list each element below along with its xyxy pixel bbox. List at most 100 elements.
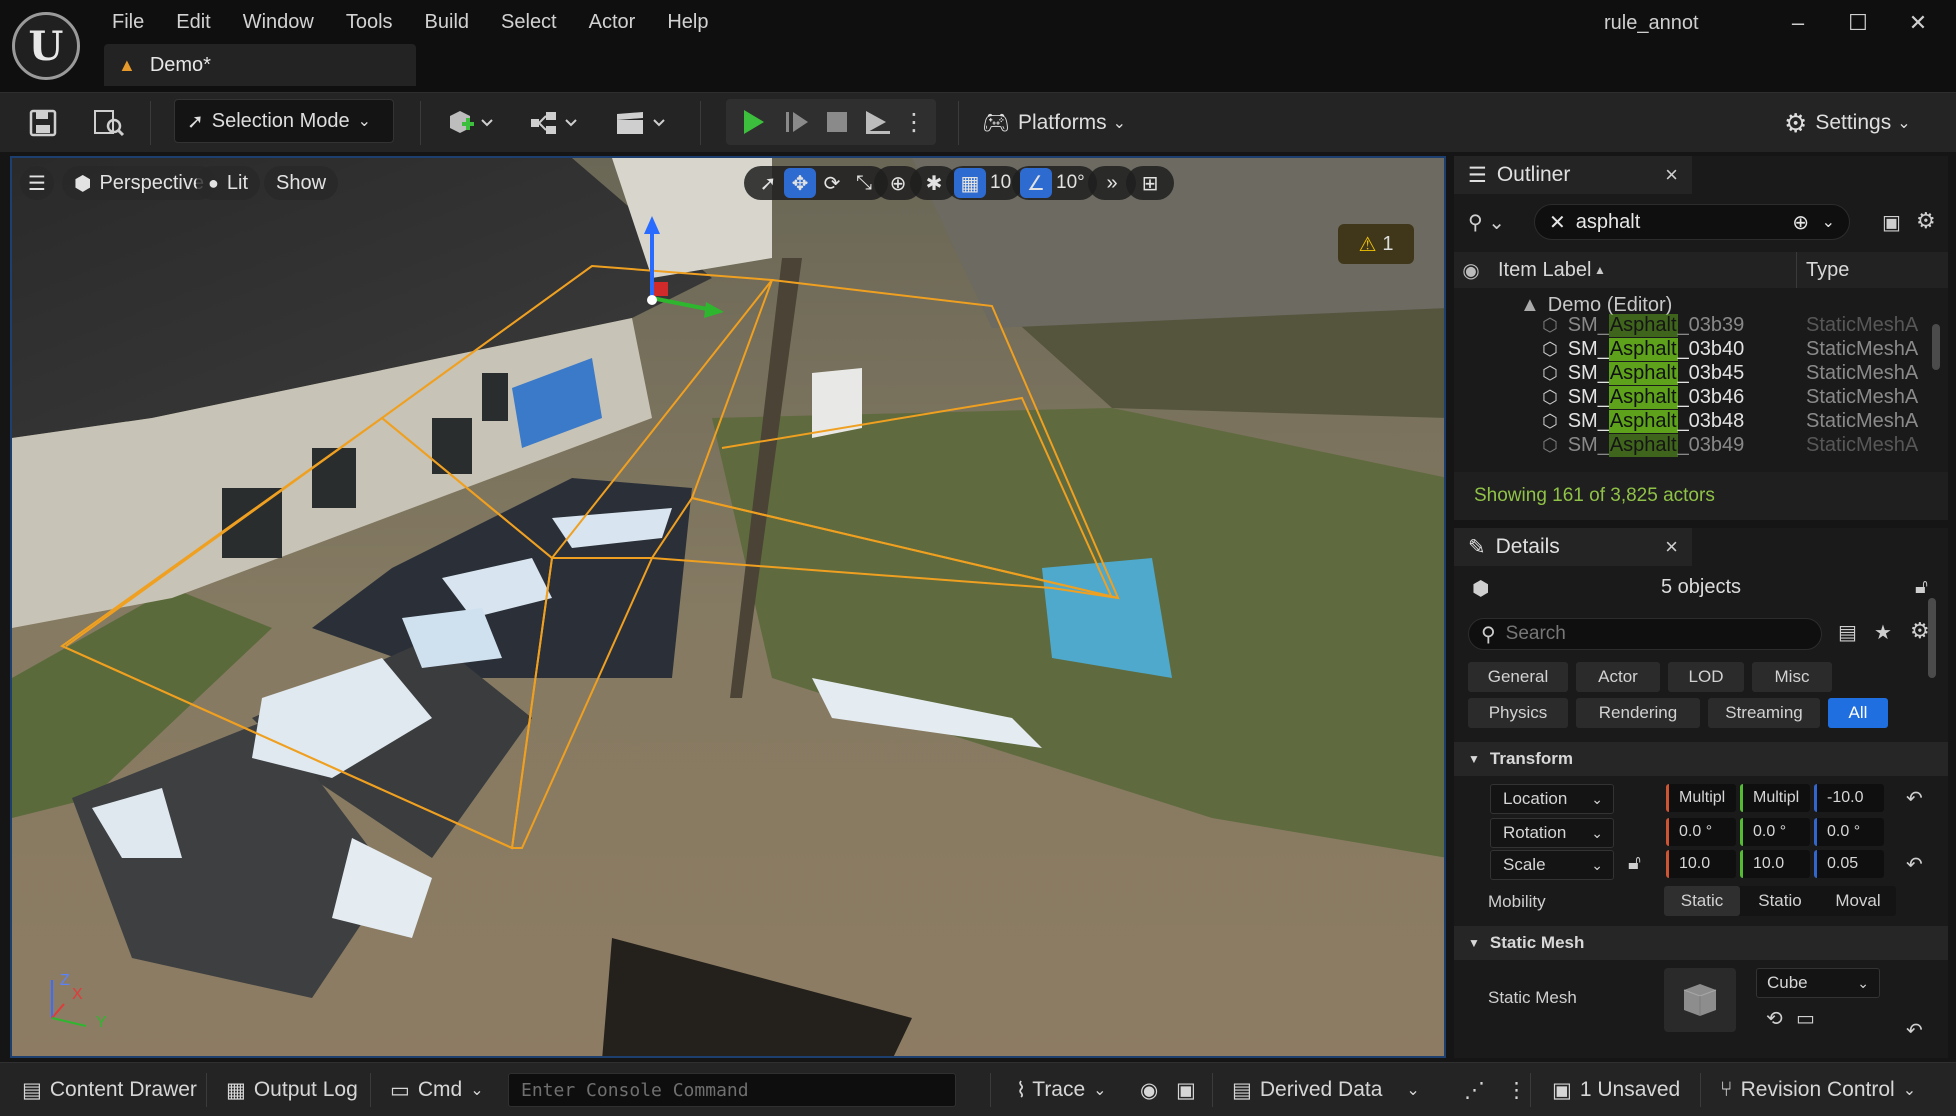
rotation-z-field[interactable]: 0.0 ° [1814, 818, 1884, 846]
gear-icon[interactable]: ⚙ [1910, 618, 1930, 644]
filter-physics[interactable]: Physics [1468, 698, 1568, 728]
mesh-thumbnail[interactable] [1664, 968, 1736, 1032]
menu-file[interactable]: File [96, 8, 160, 38]
filter-general[interactable]: General [1468, 662, 1568, 692]
visibility-eye-icon[interactable]: ◉ [1454, 258, 1488, 283]
filter-actor[interactable]: Actor [1576, 662, 1660, 692]
column-type[interactable]: Type [1806, 259, 1849, 282]
clear-search-icon[interactable]: ✕ [1549, 210, 1566, 235]
use-selected-icon[interactable]: ⟲ [1766, 1006, 1783, 1031]
blueprint-icon[interactable] [528, 103, 584, 143]
star-icon[interactable]: ★ [1874, 620, 1892, 645]
platforms-dropdown[interactable]: 🎮︎ Platforms ⌄ [982, 103, 1126, 143]
unsaved-button[interactable]: ▣ 1 Unsaved [1552, 1063, 1680, 1116]
mobility-static[interactable]: Static [1664, 886, 1740, 916]
filter-rendering[interactable]: Rendering [1576, 698, 1700, 728]
rotate-icon[interactable]: ⟳ [816, 168, 848, 198]
column-item-label[interactable]: Item Label [1488, 259, 1726, 282]
perspective-dropdown[interactable]: ⬢ Perspective [62, 166, 216, 200]
outliner-search-input[interactable]: ✕ asphalt ⊕ ⌄ [1534, 204, 1850, 240]
scale-x-field[interactable]: 10.0 [1666, 850, 1736, 878]
rotation-snap[interactable]: ∠ 10° [1012, 166, 1097, 200]
menu-select[interactable]: Select [485, 8, 573, 38]
close-icon[interactable]: × [1665, 534, 1678, 560]
screenshot-icon[interactable]: ▣ [1176, 1063, 1196, 1116]
details-tab[interactable]: ✎ Details × [1454, 528, 1692, 566]
menu-tools[interactable]: Tools [330, 8, 409, 38]
location-x-field[interactable]: Multipl [1666, 784, 1736, 812]
record-icon[interactable]: ◉ [1140, 1063, 1158, 1116]
select-cursor-icon[interactable]: ➚ [752, 168, 784, 198]
rotation-dropdown[interactable]: Rotation ⌄ [1490, 818, 1614, 848]
gear-icon[interactable]: ⚙ [1916, 208, 1936, 234]
status-options-icon[interactable]: ⋮ [1506, 1063, 1527, 1116]
derived-data-dropdown[interactable]: ▤ Derived Data ⌄ [1232, 1063, 1420, 1116]
revision-control-dropdown[interactable]: ⑂ Revision Control ⌄ [1720, 1063, 1916, 1116]
add-filter-icon[interactable]: ⊕ [1792, 210, 1809, 235]
eject-icon[interactable] [862, 102, 892, 142]
add-actor-icon[interactable] [446, 103, 496, 143]
outliner-tab[interactable]: ☰ Outliner × [1454, 156, 1692, 194]
filter-icon[interactable]: ⚲ ⌄ [1468, 210, 1505, 235]
filter-all[interactable]: All [1828, 698, 1888, 728]
outliner-scrollbar[interactable] [1932, 324, 1940, 370]
layout-toggle[interactable]: ⊞ [1126, 166, 1174, 200]
add-folder-icon[interactable]: ▣ [1882, 210, 1901, 235]
maximize-button[interactable]: ☐ [1830, 6, 1886, 40]
transform-section[interactable]: ▼ Transform [1454, 742, 1948, 776]
minimize-button[interactable]: – [1770, 6, 1826, 40]
static-mesh-section[interactable]: ▼ Static Mesh [1454, 926, 1948, 960]
content-drawer-button[interactable]: ▤ Content Drawer [22, 1063, 197, 1116]
output-log-button[interactable]: ▦ Output Log [226, 1063, 358, 1116]
warning-badge[interactable]: ⚠ 1 [1338, 224, 1414, 264]
cmd-dropdown[interactable]: ▭ Cmd ⌄ [390, 1063, 484, 1116]
show-dropdown[interactable]: Show [264, 166, 339, 200]
chevron-down-icon[interactable]: ⌄ [1822, 212, 1835, 232]
network-icon[interactable]: ⋰ [1464, 1063, 1485, 1116]
scale-dropdown[interactable]: Scale ⌄ [1490, 850, 1614, 880]
close-icon[interactable]: × [1665, 162, 1678, 188]
console-command-input[interactable]: Enter Console Command [508, 1073, 956, 1107]
viewport-menu-icon[interactable]: ☰ [20, 166, 54, 200]
browse-asset-icon[interactable]: ▭ [1796, 1006, 1815, 1031]
close-window-button[interactable]: ✕ [1890, 6, 1946, 40]
translate-icon[interactable]: ✥ [784, 168, 816, 198]
unreal-logo-icon[interactable]: U [12, 12, 80, 80]
level-viewport[interactable]: ☰ ⬢ Perspective ● Lit Show ➚ ✥ ⟳ ⤡ ⊕ ✱ ▦… [10, 156, 1446, 1058]
menu-edit[interactable]: Edit [160, 8, 226, 38]
menu-actor[interactable]: Actor [573, 8, 652, 38]
location-dropdown[interactable]: Location ⌄ [1490, 784, 1614, 814]
rotation-x-field[interactable]: 0.0 ° [1666, 818, 1736, 846]
play-icon[interactable] [738, 102, 768, 142]
location-z-field[interactable]: -10.0 [1814, 784, 1884, 812]
level-tab[interactable]: ▲ Demo* [104, 44, 416, 86]
reset-mesh-icon[interactable]: ↶ [1906, 1018, 1923, 1043]
scale-z-field[interactable]: 0.05 [1814, 850, 1884, 878]
save-icon[interactable] [28, 103, 58, 143]
lock-scale-icon[interactable]: 🔓︎ [1628, 852, 1641, 875]
menu-help[interactable]: Help [651, 8, 724, 38]
mobility-stationary[interactable]: Statio [1742, 886, 1818, 916]
location-y-field[interactable]: Multipl [1740, 784, 1810, 812]
selection-mode-dropdown[interactable]: ➚ Selection Mode ⌄ [174, 99, 394, 143]
details-search-input[interactable]: ⚲ Search [1468, 618, 1822, 650]
static-mesh-dropdown[interactable]: Cube ⌄ [1756, 968, 1880, 998]
details-scrollbar[interactable] [1928, 598, 1936, 678]
trace-dropdown[interactable]: ⌇ Trace ⌄ [1016, 1063, 1107, 1116]
reset-location-icon[interactable]: ↶ [1906, 786, 1923, 811]
stop-icon[interactable] [822, 102, 852, 142]
skip-frame-icon[interactable] [782, 102, 812, 142]
view-mode-dropdown[interactable]: ● Lit [196, 166, 260, 200]
reset-scale-icon[interactable]: ↶ [1906, 852, 1923, 877]
lock-icon[interactable]: 🔓︎ [1915, 576, 1928, 599]
menu-build[interactable]: Build [409, 8, 485, 38]
cinematics-icon[interactable] [614, 103, 670, 143]
filter-misc[interactable]: Misc [1752, 662, 1832, 692]
filter-streaming[interactable]: Streaming [1708, 698, 1820, 728]
browse-content-icon[interactable] [92, 103, 126, 143]
scale-y-field[interactable]: 10.0 [1740, 850, 1810, 878]
table-view-icon[interactable]: ▤ [1838, 620, 1857, 645]
outliner-row[interactable]: ⬡ SM_ Asphalt _03b49 StaticMeshA [1454, 430, 1948, 460]
play-options-icon[interactable]: ⋮ [902, 102, 926, 142]
menu-window[interactable]: Window [227, 8, 330, 38]
